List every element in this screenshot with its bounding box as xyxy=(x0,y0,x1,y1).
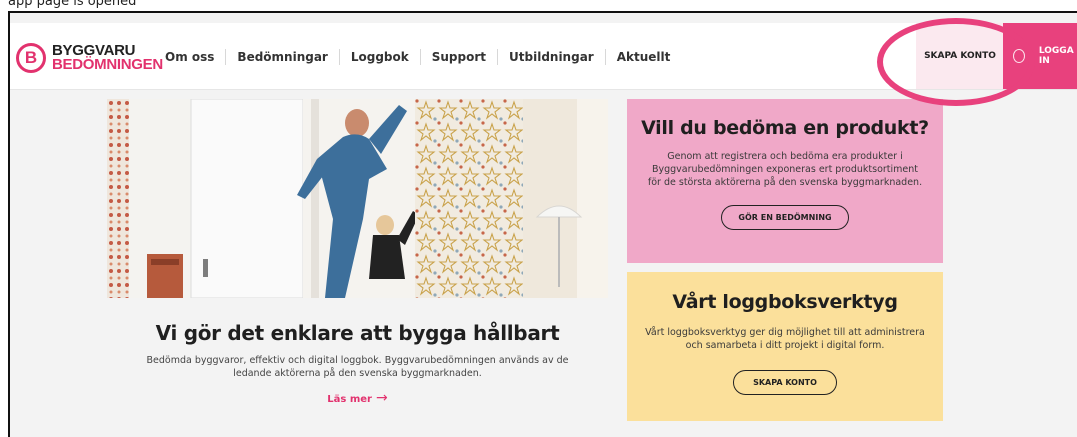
arrow-right-icon: → xyxy=(375,390,388,406)
page-caption: app page is opened xyxy=(8,0,137,9)
login-button[interactable]: LOGGA IN xyxy=(1003,23,1077,89)
read-more-label: Läs mer xyxy=(327,394,372,405)
hero-photo xyxy=(107,99,608,298)
nav-om-oss[interactable]: Om oss xyxy=(154,49,227,65)
browser-viewport: B BYGGVARU BEDÖMNINGEN Om oss Bedömninga… xyxy=(8,11,1077,437)
site-logo[interactable]: B BYGGVARU BEDÖMNINGEN xyxy=(16,40,163,76)
login-label: LOGGA IN xyxy=(1038,46,1074,66)
logbook-card-title: Vårt loggboksverktyg xyxy=(672,291,898,313)
product-card-title: Vill du bedöma en produkt? xyxy=(641,117,929,139)
nav-utbildningar[interactable]: Utbildningar xyxy=(498,49,606,65)
make-assessment-button[interactable]: GÖR EN BEDÖMNING xyxy=(721,205,849,230)
hero-description: Bedömda byggvaror, effektiv och digital … xyxy=(146,355,569,379)
nav-loggbok[interactable]: Loggbok xyxy=(340,49,421,65)
hero-title: Vi gör det enklare att bygga hållbart xyxy=(155,321,560,345)
main-nav: Om oss Bedömningar Loggbok Support Utbil… xyxy=(154,49,681,65)
product-assessment-card: Vill du bedöma en produkt? Genom att reg… xyxy=(627,99,943,263)
logbook-create-account-button[interactable]: SKAPA KONTO xyxy=(733,370,837,395)
logo-wordmark: BYGGVARU BEDÖMNINGEN xyxy=(52,43,163,73)
user-icon xyxy=(1013,49,1025,63)
nav-aktuellt[interactable]: Aktuellt xyxy=(606,49,682,65)
product-card-text: Genom att registrera och bedöma era prod… xyxy=(647,151,923,188)
create-account-button[interactable]: SKAPA KONTO xyxy=(916,23,1004,89)
read-more-link[interactable]: Läs mer → xyxy=(107,390,608,406)
logbook-tool-card: Vårt loggboksverktyg Vårt loggboksverkty… xyxy=(627,272,943,421)
logo-emblem: B xyxy=(16,43,46,73)
logbook-card-text: Vårt loggboksverktyg ger dig möjlighet t… xyxy=(645,327,925,351)
site-header: B BYGGVARU BEDÖMNINGEN Om oss Bedömninga… xyxy=(10,23,1077,90)
nav-support[interactable]: Support xyxy=(421,49,499,65)
nav-bedomningar[interactable]: Bedömningar xyxy=(226,49,340,65)
logo-line-2: BEDÖMNINGEN xyxy=(52,56,163,73)
